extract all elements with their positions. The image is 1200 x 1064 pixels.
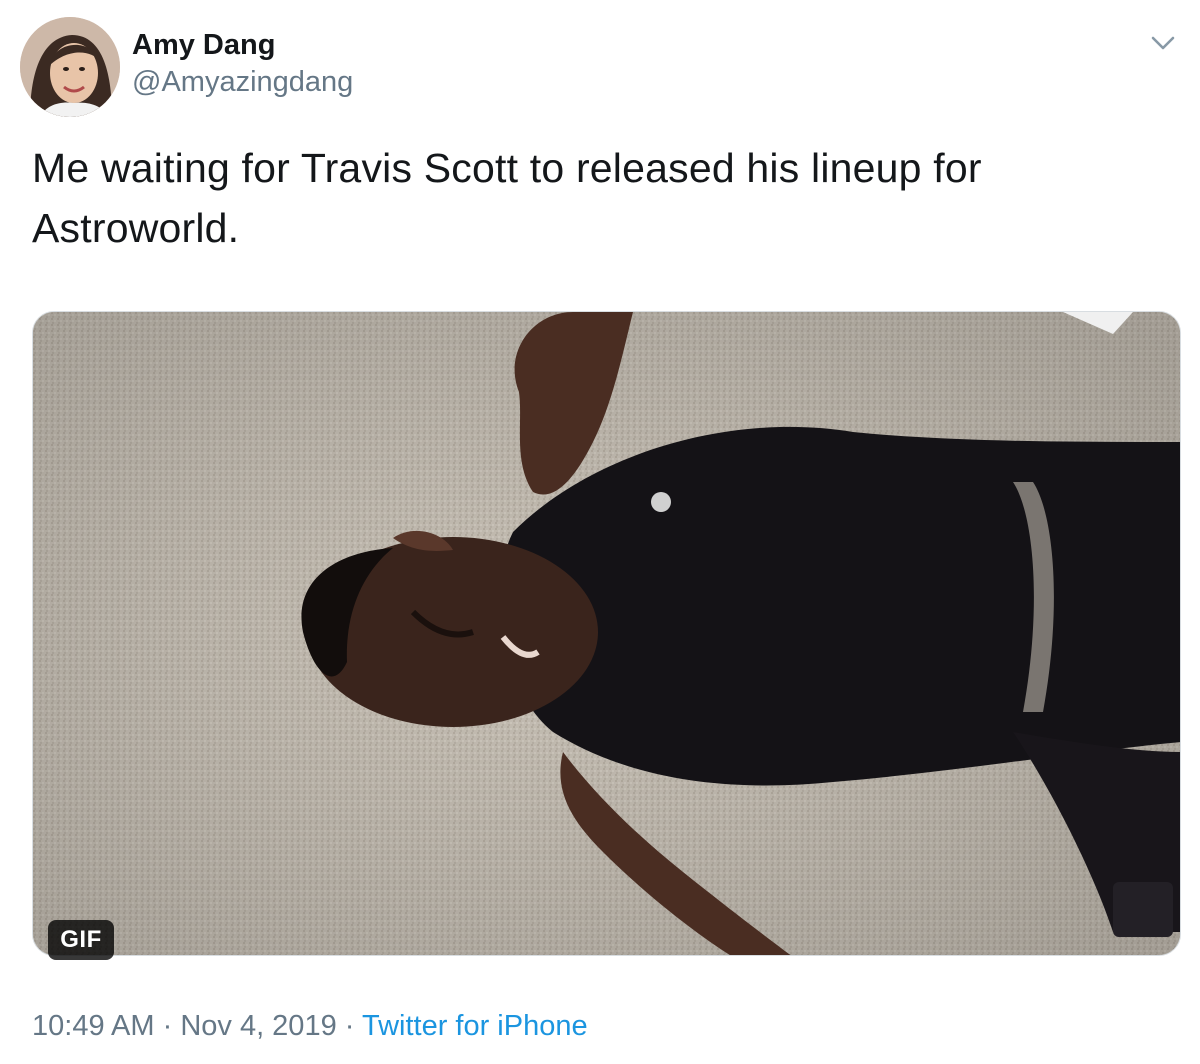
- user-names: Amy Dang @Amyazingdang: [132, 27, 353, 101]
- tweet-text: Me waiting for Travis Scott to released …: [32, 145, 982, 251]
- tweet-date[interactable]: Nov 4, 2019: [180, 1010, 336, 1042]
- display-name[interactable]: Amy Dang: [132, 27, 353, 63]
- avatar-image: [20, 17, 120, 117]
- tweet-meta: 10:49 AM · Nov 4, 2019 · Twitter for iPh…: [32, 1006, 588, 1046]
- gif-image: [33, 312, 1180, 955]
- meta-separator: ·: [154, 1010, 181, 1042]
- meta-separator: ·: [336, 1010, 362, 1042]
- tweet-header: Amy Dang @Amyazingdang: [20, 16, 353, 118]
- tweet-source-link[interactable]: Twitter for iPhone: [362, 1010, 588, 1042]
- avatar[interactable]: [20, 17, 120, 117]
- tweet-time[interactable]: 10:49 AM: [32, 1010, 155, 1042]
- tweet-media-gif[interactable]: [32, 311, 1181, 956]
- chevron-down-icon[interactable]: [1148, 30, 1178, 56]
- user-handle[interactable]: @Amyazingdang: [132, 63, 353, 101]
- gif-badge: GIF: [48, 920, 114, 960]
- tweet-card: Amy Dang @Amyazingdang Me waiting for Tr…: [0, 0, 1200, 1064]
